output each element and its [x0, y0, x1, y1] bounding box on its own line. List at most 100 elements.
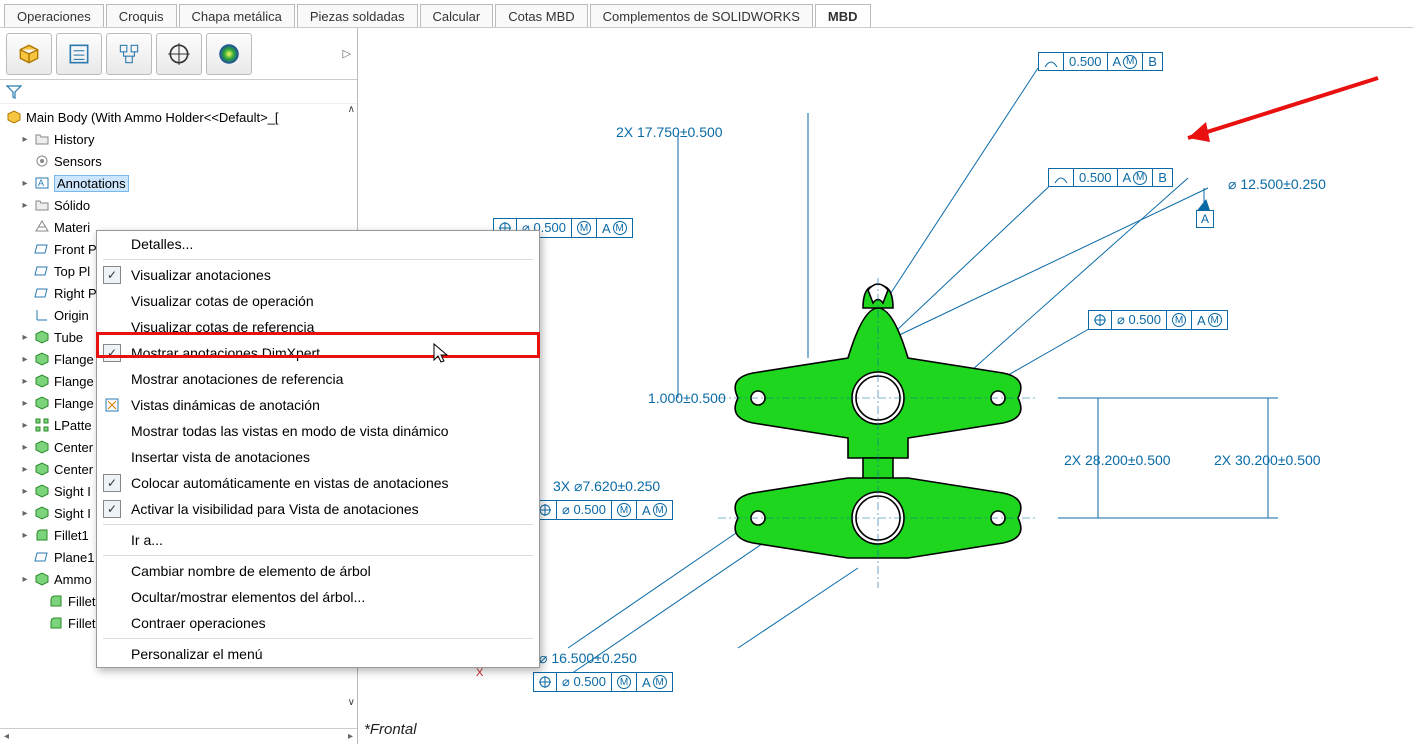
- config-tree-icon: [116, 41, 142, 67]
- tree-label: Flange: [54, 352, 94, 367]
- ctx-visualizar-cotas-op[interactable]: Visualizar cotas de operación: [97, 288, 539, 314]
- ctx-insertar-vista[interactable]: Insertar vista de anotaciones: [97, 444, 539, 470]
- fm-tab-property-manager[interactable]: [56, 33, 102, 75]
- fm-tab-dimxpert-manager[interactable]: [156, 33, 202, 75]
- tree-item-history[interactable]: ▸History: [0, 128, 357, 150]
- dim-2x-28-200[interactable]: 2X 28.200±0.500: [1064, 452, 1171, 468]
- fillet-icon: [48, 593, 64, 609]
- cube-icon: [16, 41, 42, 67]
- position-icon: [539, 504, 551, 516]
- fcf-tol: 0.500: [1074, 169, 1118, 186]
- annotations-icon: A: [34, 175, 50, 191]
- tree-label: Sight I: [54, 506, 91, 521]
- dim-2x-17-750[interactable]: 2X 17.750±0.500: [616, 124, 723, 140]
- tab-chapa[interactable]: Chapa metálica: [179, 4, 295, 27]
- plane-icon: [34, 285, 50, 301]
- position-icon: [1094, 314, 1106, 326]
- pattern-icon: [34, 417, 50, 433]
- feature-icon: [34, 351, 50, 367]
- tab-piezas[interactable]: Piezas soldadas: [297, 4, 418, 27]
- tab-croquis[interactable]: Croquis: [106, 4, 177, 27]
- ctx-label: Mostrar anotaciones DimXpert: [131, 345, 320, 361]
- tab-operaciones[interactable]: Operaciones: [4, 4, 104, 27]
- tree-root[interactable]: Main Body (With Ammo Holder<<Default>_[: [0, 106, 357, 128]
- ctx-contraer[interactable]: Contraer operaciones: [97, 610, 539, 636]
- ctx-detalles[interactable]: Detalles...: [97, 231, 539, 257]
- fcf-profile-1[interactable]: 0.500 AM B: [1038, 52, 1163, 71]
- ctx-cambiar-nombre[interactable]: Cambiar nombre de elemento de árbol: [97, 558, 539, 584]
- fcf-profile-2[interactable]: 0.500 AM B: [1048, 168, 1173, 187]
- tree-label: Right P: [54, 286, 97, 301]
- ctx-label: Ocultar/mostrar elementos del árbol...: [131, 589, 365, 605]
- position-icon: [539, 676, 551, 688]
- tree-label: Sight I: [54, 484, 91, 499]
- dim-1-000[interactable]: 1.000±0.500: [648, 390, 726, 406]
- fm-tab-display-manager[interactable]: [206, 33, 252, 75]
- ctx-mostrar-dimxpert[interactable]: ✓Mostrar anotaciones DimXpert: [97, 340, 539, 366]
- fm-tab-feature-tree[interactable]: [6, 33, 52, 75]
- funnel-icon[interactable]: [6, 84, 22, 100]
- fcf-tol: ⌀ 0.500: [1112, 311, 1167, 329]
- ctx-label: Mostrar anotaciones de referencia: [131, 371, 343, 387]
- datum-a[interactable]: A: [1196, 210, 1214, 228]
- ctx-colocar-auto[interactable]: ✓Colocar automáticamente en vistas de an…: [97, 470, 539, 496]
- ctx-separator: [103, 555, 533, 556]
- part-icon: [6, 109, 22, 125]
- tree-label: Center: [54, 462, 93, 477]
- tree-label: Plane1: [54, 550, 94, 565]
- ctx-ir-a[interactable]: Ir a...: [97, 527, 539, 553]
- tree-label: Fillet1: [54, 528, 89, 543]
- ctx-visualizar-cotas-ref[interactable]: Visualizar cotas de referencia: [97, 314, 539, 340]
- tab-calcular[interactable]: Calcular: [420, 4, 494, 27]
- tab-mbd[interactable]: MBD: [815, 4, 871, 27]
- fcf-position-3[interactable]: ⌀ 0.500 M AM: [1088, 310, 1228, 330]
- fcf-position-6[interactable]: ⌀ 0.500 M AM: [533, 672, 673, 692]
- annotations-context-menu: Detalles... ✓Visualizar anotaciones Visu…: [96, 230, 540, 668]
- ctx-mostrar-todas-vistas[interactable]: Mostrar todas las vistas en modo de vist…: [97, 418, 539, 444]
- hscroll-left-icon[interactable]: ◂: [4, 731, 9, 742]
- fm-tab-config-manager[interactable]: [106, 33, 152, 75]
- ctx-personalizar[interactable]: Personalizar el menú: [97, 641, 539, 667]
- ctx-vistas-dinamicas[interactable]: Vistas dinámicas de anotación: [97, 392, 539, 418]
- color-sphere-icon: [216, 41, 242, 67]
- ctx-label: Cambiar nombre de elemento de árbol: [131, 563, 371, 579]
- plane-icon: [34, 263, 50, 279]
- ctx-separator: [103, 524, 533, 525]
- ctx-activar-visibilidad[interactable]: ✓Activar la visibilidad para Vista de an…: [97, 496, 539, 522]
- tab-cotas-mbd[interactable]: Cotas MBD: [495, 4, 587, 27]
- ctx-separator: [103, 638, 533, 639]
- fcf-position-5[interactable]: ⌀ 0.500 M AM: [533, 500, 673, 520]
- feature-icon: [34, 439, 50, 455]
- model-body: [735, 284, 1021, 558]
- tree-label: Tube: [54, 330, 83, 345]
- tree-item-sensors[interactable]: Sensors: [0, 150, 357, 172]
- fcf-tol: ⌀ 0.500: [557, 673, 612, 691]
- ctx-mostrar-referencia[interactable]: Mostrar anotaciones de referencia: [97, 366, 539, 392]
- dim-2x-30-200[interactable]: 2X 30.200±0.500: [1214, 452, 1321, 468]
- tree-label: Annotations: [54, 175, 129, 192]
- list-icon: [66, 41, 92, 67]
- panel-expand-icon[interactable]: ▷: [343, 47, 351, 60]
- ctx-label: Detalles...: [131, 236, 193, 252]
- dyn-view-icon: [103, 396, 121, 414]
- check-icon: ✓: [103, 266, 121, 284]
- tree-item-annotations[interactable]: ▸AAnnotations: [0, 172, 357, 194]
- svg-text:X: X: [476, 667, 484, 679]
- hscroll-right-icon[interactable]: ▸: [348, 731, 353, 742]
- folder-icon: [34, 131, 50, 147]
- folder-icon: [34, 197, 50, 213]
- plane-icon: [34, 549, 50, 565]
- feature-icon: [34, 329, 50, 345]
- ctx-visualizar-anotaciones[interactable]: ✓Visualizar anotaciones: [97, 262, 539, 288]
- ctx-ocultar-mostrar[interactable]: Ocultar/mostrar elementos del árbol...: [97, 584, 539, 610]
- tree-item-solid[interactable]: ▸Sólido: [0, 194, 357, 216]
- svg-text:A: A: [38, 178, 44, 188]
- dim-dia-12-500[interactable]: ⌀ 12.500±0.250: [1228, 176, 1326, 193]
- tab-complementos[interactable]: Complementos de SOLIDWORKS: [590, 4, 813, 27]
- feature-manager-tabbar: ▷: [0, 28, 357, 80]
- tree-label: Front P: [54, 242, 97, 257]
- dim-3x-dia-7-620[interactable]: 3X ⌀7.620±0.250: [553, 478, 660, 495]
- scroll-down-icon[interactable]: ∨: [348, 697, 355, 708]
- scroll-up-icon[interactable]: ∧: [348, 104, 355, 115]
- tree-label: Sólido: [54, 198, 90, 213]
